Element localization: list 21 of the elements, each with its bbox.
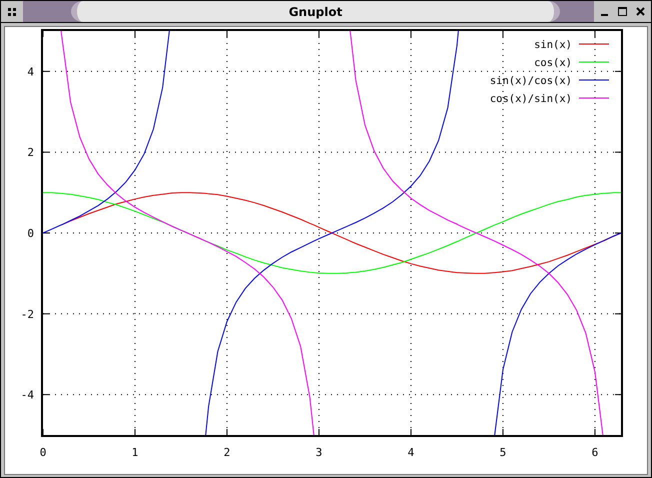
legend-label: sin(x)/cos(x): [490, 75, 572, 87]
legend-label: cos(x)/sin(x): [490, 93, 572, 105]
minimize-icon: [601, 14, 608, 16]
x-tick-label: 4: [408, 446, 414, 459]
y-tick-label: 0: [27, 227, 34, 240]
y-tick-label: -2: [20, 308, 34, 321]
x-tick-label: 3: [316, 446, 322, 459]
y-tick-label: 2: [27, 146, 34, 160]
menu-icon: [8, 8, 16, 16]
close-icon: [636, 7, 645, 16]
window-title: Gnuplot: [288, 4, 342, 18]
y-tick-label: -4: [20, 388, 34, 402]
x-tick-label: 1: [132, 446, 138, 459]
x-tick-label: 0: [40, 446, 46, 459]
x-tick-label: 2: [224, 446, 230, 459]
y-tick-label: 4: [27, 65, 34, 78]
legend-label: cos(x): [534, 57, 572, 69]
x-tick-label: 5: [500, 446, 506, 459]
legend-label: sin(x): [534, 39, 572, 51]
x-tick-label: 6: [592, 446, 598, 459]
maximize-icon: [618, 7, 627, 16]
